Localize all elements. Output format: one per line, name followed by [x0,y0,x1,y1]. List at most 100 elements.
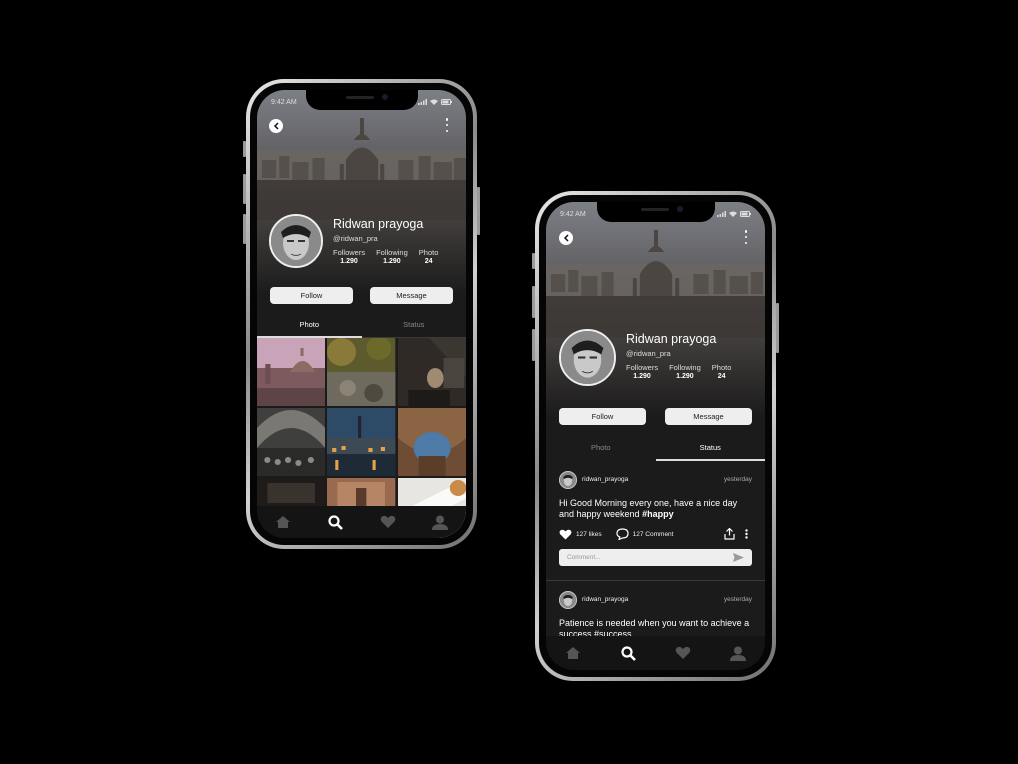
home-icon [566,647,581,659]
post-more-button[interactable] [745,529,748,539]
back-button[interactable] [269,119,283,133]
post-avatar [559,591,577,609]
wifi-icon [430,99,438,105]
search-icon [328,514,343,530]
heart-icon [675,646,691,659]
post-text: Hi Good Morning every one, have a nice d… [559,498,752,520]
tab-status[interactable]: Status [655,440,766,461]
status-time: 9:42 AM [560,210,586,218]
signal-icon [717,211,726,217]
nav-home[interactable] [274,513,292,531]
follow-button[interactable]: Follow [270,287,353,304]
side-button [776,303,779,353]
like-count: 127 likes [576,530,602,538]
follow-button[interactable]: Follow [559,408,646,425]
chevron-left-icon [273,122,279,130]
wifi-icon [729,211,737,217]
post-timestamp: yesterday [723,596,752,603]
nav-search[interactable] [326,513,344,531]
post-header: ridwan_prayoga yesterday [559,591,752,609]
signal-icon [418,99,427,105]
profile-actions: Follow Message [270,287,453,304]
stat-value: 1.290 [676,373,694,380]
photo-thumbnail[interactable] [397,338,466,406]
post-actions: 127 likes 127 Comment [559,527,752,541]
tab-photo[interactable]: Photo [546,440,656,460]
stat-label: Followers [333,248,366,257]
profile-tabs: Photo Status [257,317,466,338]
photo-thumbnail[interactable] [327,338,396,406]
screen-right: 9:42 AM Ridwan prayoga @ridwan_pra Follo… [546,202,765,670]
nav-home[interactable] [564,644,582,662]
send-icon[interactable] [733,553,744,562]
tab-status[interactable]: Status [362,317,467,337]
nav-profile[interactable] [729,644,747,662]
avatar [559,329,616,386]
share-button[interactable] [724,528,735,540]
post-timestamp: yesterday [723,476,752,483]
phone-left: 9:42 AM Ridwan prayoga @ridwan_pra Follo… [243,79,480,549]
user-icon [729,646,746,661]
photo-thumbnail[interactable] [257,408,326,476]
photo-thumbnail[interactable] [257,338,326,406]
post-username[interactable]: ridwan_prayoga [582,476,628,483]
comment-count: 127 Comment [632,530,674,538]
message-button[interactable]: Message [370,287,453,304]
more-options-button[interactable] [743,230,749,244]
stat-photo[interactable]: Photo 24 [712,363,732,380]
profile-handle: @ridwan_pra [626,349,671,358]
photo-thumbnail[interactable] [327,408,396,476]
nav-search[interactable] [619,644,637,662]
stat-following[interactable]: Following 1.290 [376,248,408,265]
status-post: ridwan_prayoga yesterday Hi Good Morning… [546,461,765,581]
avatar [269,214,323,268]
stat-value: 1.290 [340,258,358,265]
nav-favorites[interactable] [379,513,397,531]
post-header: ridwan_prayoga yesterday [559,471,752,489]
bottom-navigation [546,636,765,670]
nav-favorites[interactable] [674,644,692,662]
profile-name: Ridwan prayoga [333,217,424,231]
heart-icon [380,515,395,528]
status-time: 9:42 AM [271,98,297,106]
stat-label: Following [669,363,701,372]
post-hashtag[interactable]: #happy [642,509,674,519]
comment-icon [616,528,629,540]
comment-placeholder: Comment... [567,554,601,561]
stat-label: Photo [418,248,439,257]
post-avatar [559,471,577,489]
bottom-navigation [257,506,466,538]
nav-profile[interactable] [431,513,449,531]
user-icon [431,515,448,530]
side-button [532,329,535,361]
photo-thumbnail[interactable] [397,408,466,476]
status-bar: 9:42 AM [271,96,452,108]
side-button [243,214,246,244]
message-button[interactable]: Message [665,408,752,425]
comment-input[interactable]: Comment... [559,549,752,566]
stat-followers[interactable]: Followers 1.290 [333,248,365,265]
more-options-button[interactable] [444,118,450,132]
profile-actions: Follow Message [559,408,752,425]
stat-label: Followers [626,363,659,372]
side-button [477,187,480,235]
back-button[interactable] [559,231,573,245]
screen-left: 9:42 AM Ridwan prayoga @ridwan_pra Follo… [257,90,466,538]
side-button [532,253,535,269]
profile-stats: Followers 1.290 Following 1.290 Photo 24 [626,363,731,380]
like-button[interactable]: 127 likes [559,529,602,540]
tab-photo[interactable]: Photo [257,317,362,338]
chevron-left-icon [563,234,569,242]
post-username[interactable]: ridwan_prayoga [582,596,628,603]
more-vertical-icon [745,529,748,539]
stat-followers[interactable]: Followers 1.290 [626,363,658,380]
stat-value: 1.290 [383,258,401,265]
home-icon [276,516,291,528]
stat-photo[interactable]: Photo 24 [419,248,439,265]
phone-right: 9:42 AM Ridwan prayoga @ridwan_pra Follo… [532,191,779,681]
stat-following[interactable]: Following 1.290 [669,363,701,380]
comment-button[interactable]: 127 Comment [616,528,674,540]
stat-value: 1.290 [633,373,651,380]
bezel: 9:42 AM Ridwan prayoga @ridwan_pra Follo… [250,83,473,545]
side-button [243,174,246,204]
